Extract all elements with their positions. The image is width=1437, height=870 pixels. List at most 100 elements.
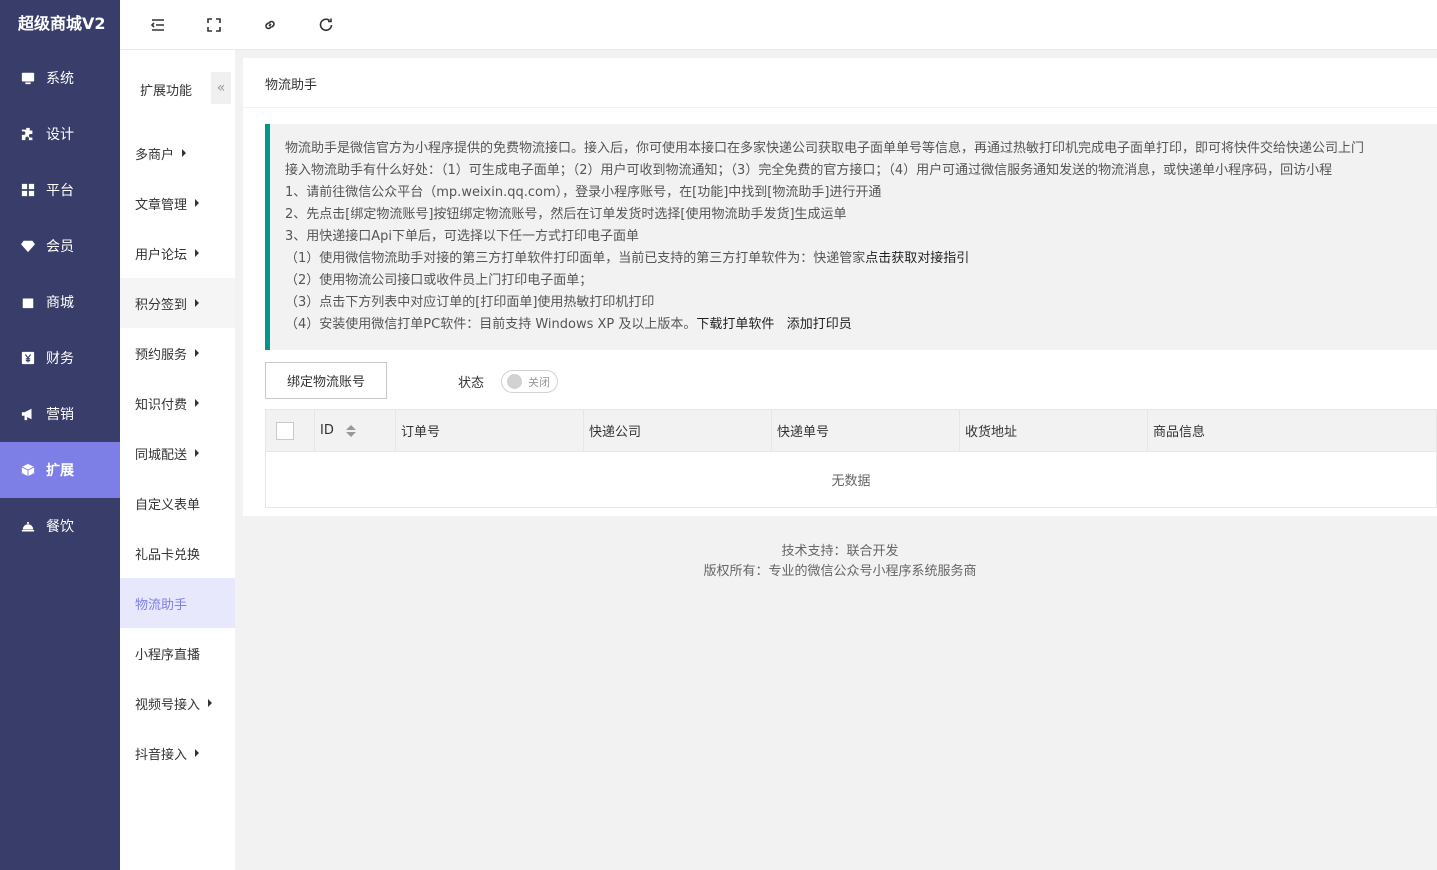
caret-right-icon — [195, 299, 200, 307]
sub-item-label: 礼品卡兑换 — [135, 547, 201, 563]
notice-line: （2）使用物流公司接口或收件员上门打印电子面单； — [285, 273, 593, 288]
column-label: ID — [320, 423, 334, 438]
refresh-icon[interactable] — [316, 15, 336, 35]
sub-item-label: 知识付费 — [135, 397, 188, 413]
nav-item-label: 会员 — [46, 239, 74, 255]
caret-right-icon — [195, 199, 200, 207]
notice-line: （1）使用微信物流助手对接的第三方打单软件打印面单，当前已支持的第三方打单软件为… — [285, 248, 1437, 270]
waybill-table: ID 订单号 快递公司 快递单号 收货地址 商品信息 无数据 — [265, 409, 1437, 508]
sub-item-label: 抖音接入 — [135, 747, 188, 763]
sub-item-label: 用户论坛 — [135, 247, 188, 263]
status-switch[interactable]: 关闭 — [501, 370, 558, 393]
sub-item-mini-live[interactable]: 小程序直播 — [120, 628, 235, 678]
fullscreen-icon[interactable] — [204, 15, 224, 35]
notice-line: （3）点击下方列表中对应订单的[打印面单]使用热敏打印机打印 — [285, 295, 655, 310]
sub-item-local-delivery[interactable]: 同城配送 — [120, 428, 235, 478]
menu-fold-icon[interactable] — [148, 15, 168, 35]
sub-menu-title: 扩展功能 — [140, 83, 193, 99]
link-icon[interactable] — [260, 15, 280, 35]
nav-item-system[interactable]: 系统 — [0, 50, 120, 106]
nav-item-marketing[interactable]: 营销 — [0, 386, 120, 442]
sub-item-douyin[interactable]: 抖音接入 — [120, 728, 235, 778]
nav-item-label: 商城 — [46, 295, 74, 311]
caret-right-icon — [195, 399, 200, 407]
notice-line: 接入物流助手有什么好处：（1）可生成电子面单；（2）用户可收到物流通知；（3）完… — [285, 163, 1333, 178]
column-label: 商品信息 — [1153, 425, 1206, 440]
sub-item-points-checkin[interactable]: 积分签到 — [120, 278, 235, 328]
column-courier: 快递公司 — [584, 409, 772, 452]
nav-item-label: 扩展 — [46, 463, 74, 479]
megaphone-icon — [20, 406, 36, 422]
sub-item-label: 预约服务 — [135, 347, 188, 363]
page-footer: 技术支持：联合开发 版权所有：专业的微信公众号小程序系统服务商 — [243, 542, 1437, 582]
column-label: 快递单号 — [777, 425, 830, 440]
sub-item-article[interactable]: 文章管理 — [120, 178, 235, 228]
column-order-no: 订单号 — [396, 409, 584, 452]
nav-item-label: 餐饮 — [46, 519, 74, 535]
integration-guide-link[interactable]: 点击获取对接指引 — [865, 251, 969, 266]
sub-item-label: 多商户 — [135, 147, 175, 163]
sub-item-custom-form[interactable]: 自定义表单 — [120, 478, 235, 528]
nav-item-label: 营销 — [46, 407, 74, 423]
sub-item-forum[interactable]: 用户论坛 — [120, 228, 235, 278]
table-empty: 无数据 — [831, 474, 871, 489]
sub-item-label: 视频号接入 — [135, 697, 201, 713]
caret-right-icon — [182, 149, 187, 157]
sub-item-label: 文章管理 — [135, 197, 188, 213]
notice-line: （4）安装使用微信打单PC软件：目前支持 Windows XP 及以上版本。下载… — [285, 314, 1437, 336]
download-software-link[interactable]: 下载打单软件 — [696, 317, 774, 332]
nav-item-mall[interactable]: 商城 — [0, 274, 120, 330]
add-printer-link[interactable]: 添加打印员 — [787, 317, 852, 332]
caret-right-icon — [195, 249, 200, 257]
collapse-button[interactable]: « — [211, 72, 231, 104]
sub-item-logistics-assistant[interactable]: 物流助手 — [120, 578, 235, 628]
caret-right-icon — [195, 449, 200, 457]
status-label: 状态 — [458, 376, 485, 391]
notice-text: （1）使用微信物流助手对接的第三方打单软件打印面单，当前已支持的第三方打单软件为… — [285, 251, 866, 266]
notice-text: （4）安装使用微信打单PC软件：目前支持 Windows XP 及以上版本。 — [285, 317, 697, 332]
app-logo: 超级商城V2 — [18, 14, 106, 33]
sub-item-label: 物流助手 — [135, 597, 188, 613]
caret-right-icon — [195, 749, 200, 757]
column-address: 收货地址 — [960, 409, 1148, 452]
cloche-icon — [20, 518, 36, 534]
notice-line: 物流助手是微信官方为小程序提供的免费物流接口。接入后，你可使用本接口在多家快递公… — [285, 141, 1365, 156]
bind-logistics-account-button[interactable]: 绑定物流账号 — [265, 362, 387, 399]
grid-icon — [20, 182, 36, 198]
table-header: ID 订单号 快递公司 快递单号 收货地址 商品信息 — [266, 409, 1436, 452]
puzzle-icon — [20, 126, 36, 142]
sort-icon[interactable] — [345, 424, 356, 437]
sub-item-multi-merchant[interactable]: 多商户 — [120, 128, 235, 178]
notice-line: 1、请前往微信公众平台（mp.weixin.qq.com），登录小程序账号，在[… — [285, 185, 882, 200]
select-all-checkbox[interactable] — [276, 421, 294, 440]
header-checkbox-cell — [266, 409, 315, 452]
nav-item-member[interactable]: 会员 — [0, 218, 120, 274]
sub-item-paid-knowledge[interactable]: 知识付费 — [120, 378, 235, 428]
monitor-icon — [20, 70, 36, 86]
diamond-icon — [20, 238, 36, 254]
sub-menu-header: 扩展功能 « — [120, 50, 235, 128]
caret-right-icon — [195, 349, 200, 357]
sub-item-channels[interactable]: 视频号接入 — [120, 678, 235, 728]
sub-item-label: 小程序直播 — [135, 647, 201, 663]
sub-item-gift-card[interactable]: 礼品卡兑换 — [120, 528, 235, 578]
nav-item-platform[interactable]: 平台 — [0, 162, 120, 218]
nav-item-label: 财务 — [46, 351, 74, 367]
column-id[interactable]: ID — [315, 409, 396, 452]
top-toolbar — [120, 0, 1437, 50]
switch-text: 关闭 — [528, 375, 550, 389]
sub-item-label: 积分签到 — [135, 297, 188, 313]
page-title: 物流助手 — [243, 58, 1437, 108]
column-tracking-no: 快递单号 — [772, 409, 960, 452]
sub-item-booking[interactable]: 预约服务 — [120, 328, 235, 378]
nav-item-catering[interactable]: 餐饮 — [0, 498, 120, 554]
switch-knob — [507, 374, 522, 389]
nav-item-design[interactable]: 设计 — [0, 106, 120, 162]
nav-item-finance[interactable]: 财务 — [0, 330, 120, 386]
nav-item-label: 系统 — [46, 71, 74, 87]
nav-item-extension[interactable]: 扩展 — [0, 442, 120, 498]
main-card: 物流助手 物流助手是微信官方为小程序提供的免费物流接口。接入后，你可使用本接口在… — [243, 58, 1437, 516]
notice-line: 3、用快递接口Api下单后，可选择以下任一方式打印电子面单 — [285, 229, 640, 244]
nav-item-label: 设计 — [46, 127, 74, 143]
caret-right-icon — [208, 699, 213, 707]
